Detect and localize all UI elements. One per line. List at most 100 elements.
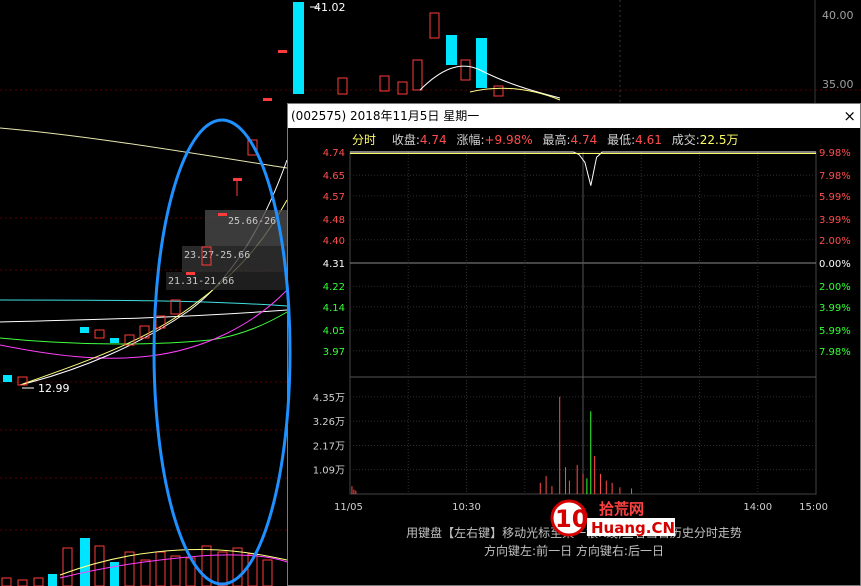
- popup-titlebar[interactable]: (002575) 2018年11月5日 星期一 ×: [288, 104, 860, 128]
- candle: [379, 75, 390, 92]
- popup-title: (002575) 2018年11月5日 星期一: [291, 109, 480, 123]
- bg-volume-bar: [232, 547, 243, 586]
- candle: [493, 85, 504, 97]
- close-icon[interactable]: ×: [843, 104, 856, 128]
- price-tick-label: 3.97: [323, 347, 345, 358]
- bg-volume-bar: [80, 538, 90, 586]
- volume-tick-label: 2.17万: [313, 441, 345, 452]
- price-tick-label: 4.05: [323, 326, 345, 337]
- bg-price-label: 40.00: [822, 9, 854, 22]
- bg-volume-bar: [201, 545, 212, 586]
- bg-volume-bars: [1, 538, 288, 586]
- candles-top: 41.02: [293, 1, 561, 101]
- chart-grid: [349, 151, 817, 495]
- bg-volume-bar: [262, 559, 273, 586]
- watermark-svg: 10 拾荒网 Huang.CN: [550, 499, 675, 537]
- candle: [397, 81, 408, 95]
- price-tick-label: 4.57: [323, 192, 345, 203]
- percent-tick-label: 5.99%: [819, 326, 851, 337]
- candle: [263, 98, 272, 101]
- change-value: +9.98%: [484, 133, 533, 147]
- low-price-label: 12.99: [38, 382, 70, 395]
- high-price-label: 41.02: [314, 1, 346, 14]
- high-value: 4.74: [570, 133, 598, 147]
- bg-volume-bar: [17, 579, 28, 586]
- watermark-text-en: Huang.CN: [591, 519, 675, 537]
- volume-value: 22.5万: [699, 133, 739, 147]
- percent-tick-label: 7.98%: [819, 171, 851, 182]
- bg-volume-bar: [155, 551, 166, 586]
- bg-volume-bar: [48, 574, 57, 586]
- low-label: 最低:: [607, 133, 636, 147]
- hint-line-2: 方向键左:前一日 方向键右:后一日: [484, 544, 664, 558]
- candle: [170, 299, 181, 315]
- close-value: 4.74: [419, 133, 447, 147]
- candle: [94, 329, 105, 339]
- candle: [429, 12, 440, 39]
- candle: [218, 213, 227, 216]
- volume-tick-label: 1.09万: [313, 466, 345, 477]
- bg-price-label: 35.00: [822, 78, 854, 91]
- price-tick-label: 4.40: [323, 236, 345, 247]
- volume-tick-label: 4.35万: [313, 393, 345, 404]
- percent-tick-label: 2.00%: [819, 282, 851, 293]
- percent-tick-label: 0.00%: [819, 259, 851, 270]
- change-label: 涨幅:: [456, 133, 485, 147]
- candle: [110, 338, 119, 343]
- bg-volume-ma: [59, 548, 288, 576]
- price-tick-label: 4.74: [323, 148, 345, 159]
- bg-volume-bar: [217, 551, 228, 586]
- candle: [293, 2, 304, 94]
- percent-axis: 9.98% 7.98% 5.99% 3.99% 2.00% 0.00% 2.00% 3.99%…: [819, 148, 851, 358]
- candle: [233, 178, 242, 181]
- watermark-text-cn: 拾荒网: [599, 500, 644, 518]
- time-tick-label: 15:00: [799, 502, 828, 513]
- candle: [337, 77, 348, 95]
- watermark-number: 10: [555, 505, 588, 533]
- time-tick-label: 14:00: [743, 502, 772, 513]
- bg-volume-bar: [1, 577, 12, 586]
- bg-volume-ma: [59, 554, 288, 579]
- bg-volume-bar: [170, 555, 181, 586]
- close-label: 收盘:: [391, 133, 420, 147]
- price-tick-label: 4.65: [323, 171, 345, 182]
- candle: [247, 139, 258, 156]
- percent-tick-label: 2.00%: [819, 236, 851, 247]
- zone-label: 23.27-25.66: [184, 250, 250, 261]
- tab-intraday[interactable]: 分时: [352, 133, 376, 147]
- ma-line-cyan: [0, 299, 288, 307]
- bg-volume-bar: [140, 559, 151, 586]
- candle: [186, 272, 195, 275]
- time-tick-label: 10:30: [452, 502, 481, 513]
- candle: [3, 375, 12, 382]
- price-tick-label: 4.14: [323, 303, 345, 314]
- bg-volume-bar: [62, 547, 73, 586]
- intraday-chart[interactable]: 4.74 4.65 4.57 4.48 4.40 4.31 4.22 4.14 4.05 3.97…: [288, 148, 860, 518]
- price-tick-label: 4.22: [323, 282, 345, 293]
- ma-line-green: [0, 311, 288, 345]
- price-axis: 4.74 4.65 4.57 4.48 4.40 4.31 4.22 4.14 4.05 3.97: [323, 148, 345, 358]
- ma-line-yellow: [0, 127, 288, 169]
- bg-volume-bar: [247, 553, 258, 586]
- zone-label: 21.31-21.66: [168, 276, 234, 287]
- percent-tick-label: 7.98%: [819, 347, 851, 358]
- volume-tick-label: 3.26万: [313, 417, 345, 428]
- price-tick-label: 4.48: [323, 215, 345, 226]
- percent-tick-label: 9.98%: [819, 148, 851, 159]
- bg-volume-bar: [124, 551, 135, 586]
- intraday-popup-window[interactable]: (002575) 2018年11月5日 星期一 × 分时 收盘:4.74 涨幅:…: [287, 103, 861, 586]
- volume-axis: 4.35万 3.26万 2.17万 1.09万: [313, 393, 345, 477]
- candle: [278, 50, 287, 53]
- watermark-logo: 10 拾荒网 Huang.CN: [541, 496, 681, 540]
- candle: [446, 35, 457, 65]
- percent-tick-label: 5.99%: [819, 192, 851, 203]
- candle: [460, 59, 471, 81]
- candle: [80, 327, 89, 333]
- ma-line-white: [0, 309, 288, 323]
- high-label: 最高:: [542, 133, 571, 147]
- percent-tick-label: 3.99%: [819, 215, 851, 226]
- zone-label: 25.66-26.: [228, 216, 282, 227]
- bg-volume-bar: [33, 577, 44, 586]
- volume-label: 成交:: [671, 133, 700, 147]
- price-tick-label: 4.31: [323, 259, 345, 270]
